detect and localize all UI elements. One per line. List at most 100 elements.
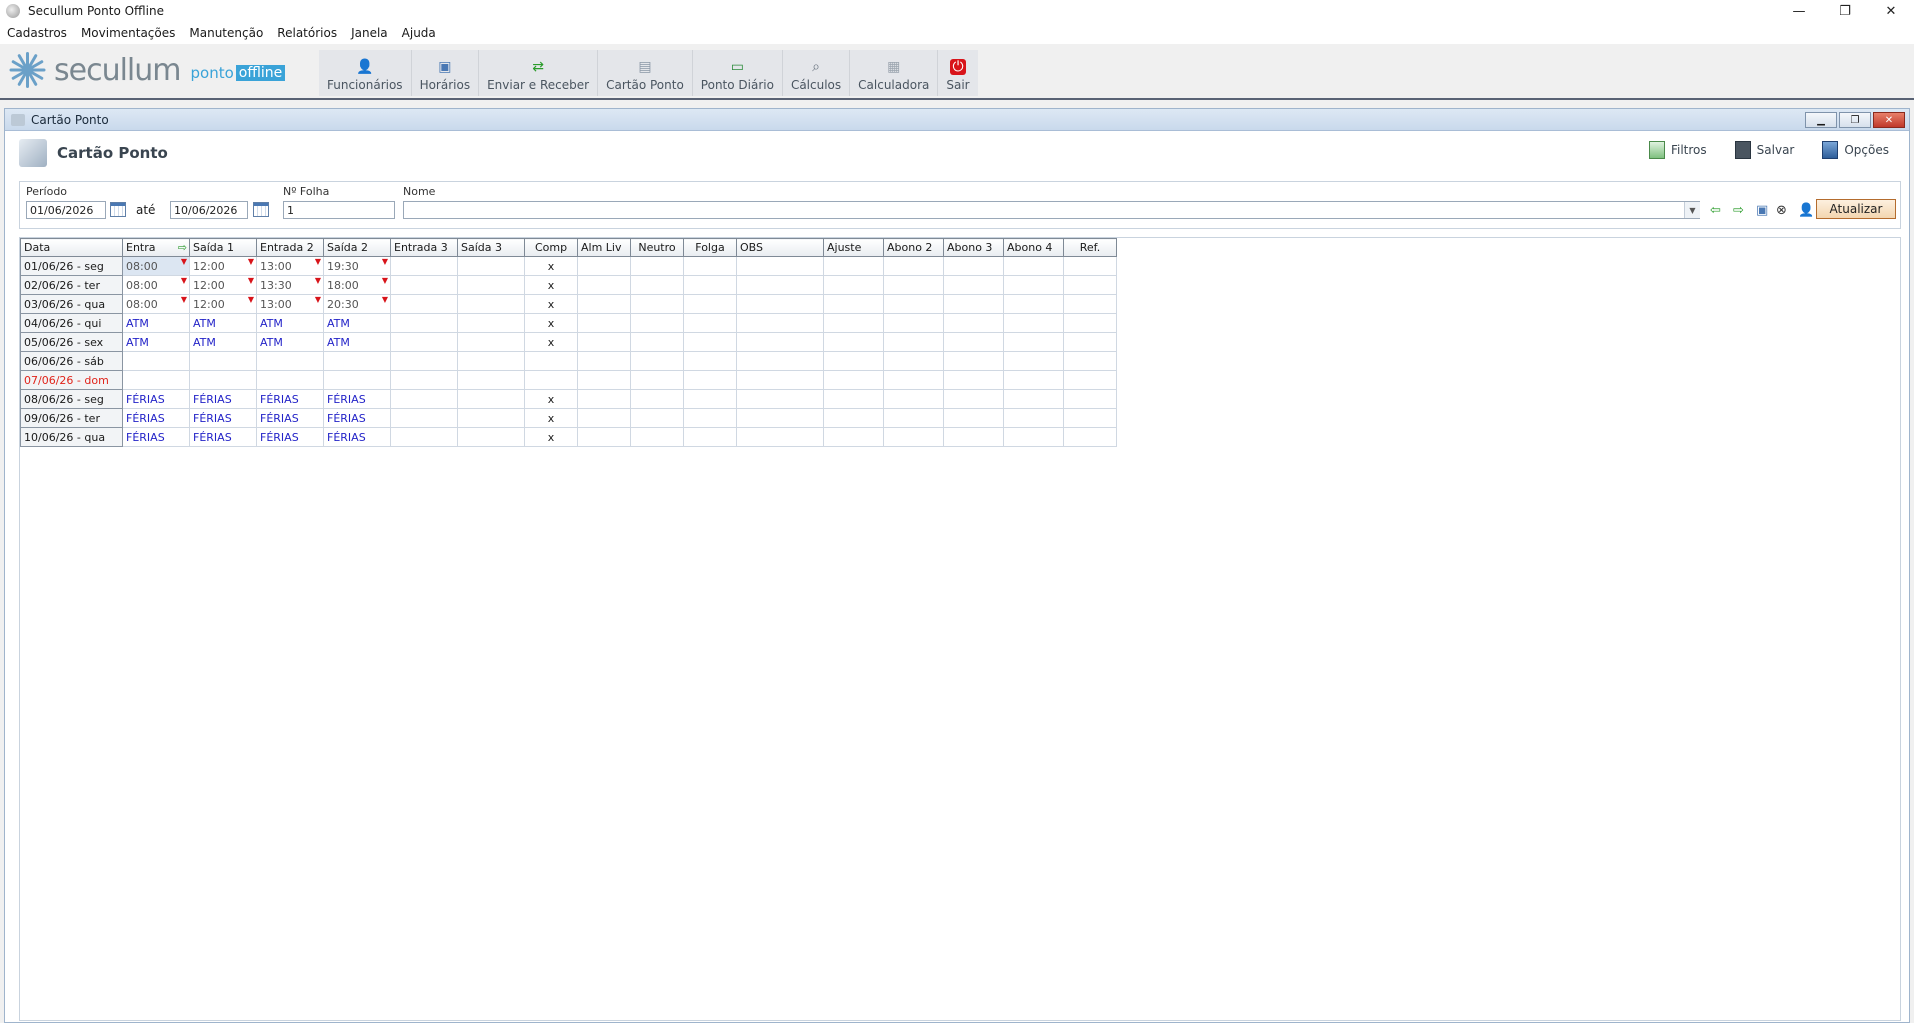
empty-cell[interactable] [943,294,1004,314]
punch-cell[interactable]: 08:00 ▼ [122,275,190,295]
punch-cell[interactable]: ATM [122,332,190,352]
cartao-ponto-button[interactable]: ▤ Cartão Ponto [598,50,693,96]
empty-cell[interactable] [683,275,737,295]
row-date[interactable]: 05/06/26 - sex [20,332,123,352]
funcionarios-button[interactable]: 👤 Funcionários [319,50,412,96]
empty-cell[interactable] [736,389,824,409]
binoculars-icon[interactable]: ⊗ [1776,203,1787,218]
punch-cell[interactable] [457,427,525,447]
punch-cell[interactable]: 13:00 ▼ [256,256,324,276]
empty-cell[interactable] [630,256,684,276]
empty-cell[interactable] [736,427,824,447]
empty-cell[interactable] [883,275,944,295]
comp-cell[interactable]: x [524,256,578,276]
empty-cell[interactable] [1063,408,1117,428]
punch-cell[interactable] [390,370,458,390]
close-button[interactable]: ✕ [1868,0,1914,22]
empty-cell[interactable] [823,427,884,447]
empty-cell[interactable] [736,370,824,390]
empty-cell[interactable] [1003,332,1064,352]
punch-cell[interactable] [390,275,458,295]
empty-cell[interactable] [823,370,884,390]
punch-cell[interactable] [457,313,525,333]
maximize-button[interactable]: ❐ [1822,0,1868,22]
row-date[interactable]: 04/06/26 - qui [20,313,123,333]
table-row[interactable]: 06/06/26 - sáb [20,351,1117,371]
col-header[interactable]: OBS [736,238,824,257]
row-date[interactable]: 08/06/26 - seg [20,389,123,409]
punch-cell[interactable]: FÉRIAS [323,427,391,447]
punch-cell[interactable]: ATM [122,313,190,333]
row-date[interactable]: 09/06/26 - ter [20,408,123,428]
punch-cell[interactable]: 12:00 ▼ [189,275,257,295]
table-row[interactable]: 05/06/26 - sex ATM ATM ATM ATM x [20,332,1117,352]
empty-cell[interactable] [630,370,684,390]
punch-cell[interactable]: ATM [323,332,391,352]
col-header[interactable]: Entrada 3 [390,238,458,257]
punch-cell[interactable] [457,332,525,352]
punch-cell[interactable]: FÉRIAS [189,389,257,409]
punch-cell[interactable] [457,370,525,390]
col-header[interactable]: Ref. [1063,238,1117,257]
empty-cell[interactable] [943,389,1004,409]
empty-cell[interactable] [736,275,824,295]
punch-cell[interactable]: ATM [189,313,257,333]
punch-cell[interactable]: 20:30 ▼ [323,294,391,314]
punch-cell[interactable] [457,256,525,276]
empty-cell[interactable] [823,275,884,295]
row-date[interactable]: 06/06/26 - sáb [20,351,123,371]
date-from-input[interactable] [26,201,106,219]
empty-cell[interactable] [1003,256,1064,276]
col-header[interactable]: Data [20,238,123,257]
punch-cell[interactable]: 12:00 ▼ [189,256,257,276]
table-row[interactable]: 09/06/26 - ter FÉRIAS FÉRIAS FÉRIAS FÉRIAS x [20,408,1117,428]
punch-cell[interactable]: ATM [256,332,324,352]
empty-cell[interactable] [683,256,737,276]
punch-cell[interactable] [256,351,324,371]
punch-cell[interactable] [457,389,525,409]
empty-cell[interactable] [1063,332,1117,352]
empty-cell[interactable] [883,389,944,409]
punch-cell[interactable] [390,313,458,333]
empty-cell[interactable] [1003,351,1064,371]
calculadora-button[interactable]: ▦ Calculadora [850,50,939,96]
empty-cell[interactable] [823,256,884,276]
empty-cell[interactable] [883,294,944,314]
col-header[interactable]: Entrada 2 [256,238,324,257]
empty-cell[interactable] [577,427,631,447]
punch-cell[interactable]: 13:00 ▼ [256,294,324,314]
empty-cell[interactable] [943,427,1004,447]
empty-cell[interactable] [883,370,944,390]
menu-movimentacoes[interactable]: Movimentações [81,26,175,40]
punch-cell[interactable] [122,351,190,371]
child-close-button[interactable]: ✕ [1873,112,1905,128]
empty-cell[interactable] [943,313,1004,333]
empty-cell[interactable] [1003,313,1064,333]
empty-cell[interactable] [883,427,944,447]
punch-cell[interactable]: FÉRIAS [122,408,190,428]
table-row[interactable]: 04/06/26 - qui ATM ATM ATM ATM x [20,313,1117,333]
empty-cell[interactable] [577,294,631,314]
empty-cell[interactable] [630,427,684,447]
empty-cell[interactable] [1003,275,1064,295]
punch-cell[interactable]: ATM [189,332,257,352]
punch-cell[interactable]: ATM [323,313,391,333]
col-header[interactable]: Folga [683,238,737,257]
empty-cell[interactable] [736,294,824,314]
punch-cell[interactable] [390,389,458,409]
empty-cell[interactable] [823,313,884,333]
empty-cell[interactable] [1063,275,1117,295]
col-header[interactable]: Abono 4 [1003,238,1064,257]
row-date[interactable]: 07/06/26 - dom [20,370,123,390]
table-row[interactable]: 02/06/26 - ter 08:00 ▼ 12:00 ▼ 13:30 ▼ 18:00 ▼ x [20,275,1117,295]
empty-cell[interactable] [943,408,1004,428]
row-date[interactable]: 01/06/26 - seg [20,256,123,276]
table-row[interactable]: 03/06/26 - qua 08:00 ▼ 12:00 ▼ 13:00 ▼ 20:30 ▼ x [20,294,1117,314]
comp-cell[interactable]: x [524,313,578,333]
date-to-input[interactable] [170,201,248,219]
col-header[interactable]: Saída 3 [457,238,525,257]
punch-cell[interactable] [457,275,525,295]
nome-select[interactable] [403,201,1700,219]
empty-cell[interactable] [1063,370,1117,390]
punch-cell[interactable]: FÉRIAS [256,427,324,447]
